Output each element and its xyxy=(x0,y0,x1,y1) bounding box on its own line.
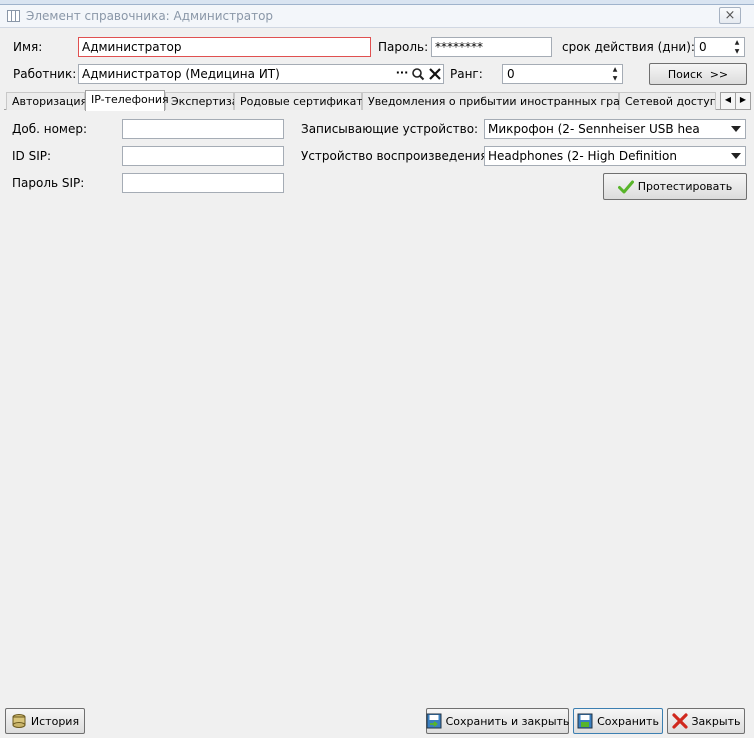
extension-field[interactable] xyxy=(122,119,284,139)
sip-password-field[interactable] xyxy=(122,173,284,193)
window-icon xyxy=(7,10,20,22)
tab-prev-icon[interactable]: ◀ xyxy=(720,92,736,110)
worker-value: Администратор (Медицина ИТ) xyxy=(82,67,280,81)
rank-value: 0 xyxy=(507,67,515,81)
worker-field[interactable]: Администратор (Медицина ИТ) xyxy=(78,64,444,84)
recording-device-select[interactable]: Микрофон (2- Sennheiser USB hea xyxy=(484,119,746,139)
tab-ip-telephony[interactable]: IP-телефония xyxy=(85,90,169,111)
search-icon[interactable] xyxy=(411,66,425,82)
playback-device-label: Устройство воспроизведения: xyxy=(301,149,492,163)
rank-label: Ранг: xyxy=(450,67,483,81)
spin-down-icon[interactable]: ▼ xyxy=(610,75,620,83)
spin-up-icon[interactable]: ▲ xyxy=(732,39,742,47)
check-icon xyxy=(617,179,634,195)
save-close-button-label: Сохранить и закрыть xyxy=(445,714,570,728)
tab-expertise[interactable]: Экспертиза xyxy=(165,92,238,110)
spin-down-icon[interactable]: ▼ xyxy=(732,48,742,56)
save-close-button[interactable]: Сохранить и закрыть xyxy=(426,708,569,734)
chevron-down-icon[interactable] xyxy=(731,153,741,159)
sip-id-label: ID SIP: xyxy=(12,149,52,163)
sip-id-field[interactable] xyxy=(122,146,284,166)
tab-strip: Авторизация IP-телефония Экспертиза Родо… xyxy=(4,90,751,111)
save-close-icon xyxy=(426,713,442,729)
validity-spinner[interactable]: 0 ▲ ▼ xyxy=(694,37,745,57)
tab-authorization[interactable]: Авторизация xyxy=(6,92,87,110)
history-icon xyxy=(11,713,27,729)
tab-network-access[interactable]: Сетевой доступ xyxy=(619,92,716,110)
history-button-label: История xyxy=(30,714,80,728)
recording-device-value: Микрофон (2- Sennheiser USB hea xyxy=(488,122,700,136)
recording-device-label: Записывающие устройство: xyxy=(301,122,479,136)
name-label: Имя: xyxy=(13,40,43,54)
save-icon xyxy=(577,713,593,729)
save-button[interactable]: Сохранить xyxy=(573,708,663,734)
tab-foreign-citizens[interactable]: Уведомления о прибытии иностранных гражд… xyxy=(362,92,651,110)
tab-birth-certificates[interactable]: Родовые сертификаты xyxy=(234,92,372,110)
password-field[interactable]: ******** xyxy=(431,37,552,57)
playback-device-value: Headphones (2- High Definition xyxy=(488,149,677,163)
tab-next-icon[interactable]: ▶ xyxy=(735,92,751,110)
close-button[interactable]: Закрыть xyxy=(667,708,745,734)
spin-up-icon[interactable]: ▲ xyxy=(610,66,620,74)
worker-label: Работник: xyxy=(13,67,77,81)
chevron-down-icon[interactable] xyxy=(731,126,741,132)
name-field[interactable]: Администратор xyxy=(78,37,371,57)
save-button-label: Сохранить xyxy=(597,714,659,728)
validity-label: срок действия (дни): xyxy=(562,40,695,54)
search-button-label: Поиск >> xyxy=(667,67,729,81)
playback-device-select[interactable]: Headphones (2- High Definition xyxy=(484,146,746,166)
window-title: Элемент справочника: Администратор xyxy=(26,9,274,23)
window-close-button[interactable]: × xyxy=(719,7,741,24)
close-icon xyxy=(671,713,688,729)
close-button-label: Закрыть xyxy=(691,714,741,728)
rank-spinner[interactable]: 0 ▲ ▼ xyxy=(502,64,623,84)
clear-icon[interactable] xyxy=(428,66,442,82)
extension-label: Доб. номер: xyxy=(12,122,88,136)
test-button-label: Протестировать xyxy=(637,180,733,193)
worker-more-button[interactable]: ··· xyxy=(395,65,409,83)
search-button[interactable]: Поиск >> xyxy=(649,63,747,85)
test-button[interactable]: Протестировать xyxy=(603,173,747,200)
password-label: Пароль: xyxy=(378,40,429,54)
history-button[interactable]: История xyxy=(5,708,85,734)
sip-password-label: Пароль SIP: xyxy=(12,176,85,190)
validity-value: 0 xyxy=(699,40,707,54)
